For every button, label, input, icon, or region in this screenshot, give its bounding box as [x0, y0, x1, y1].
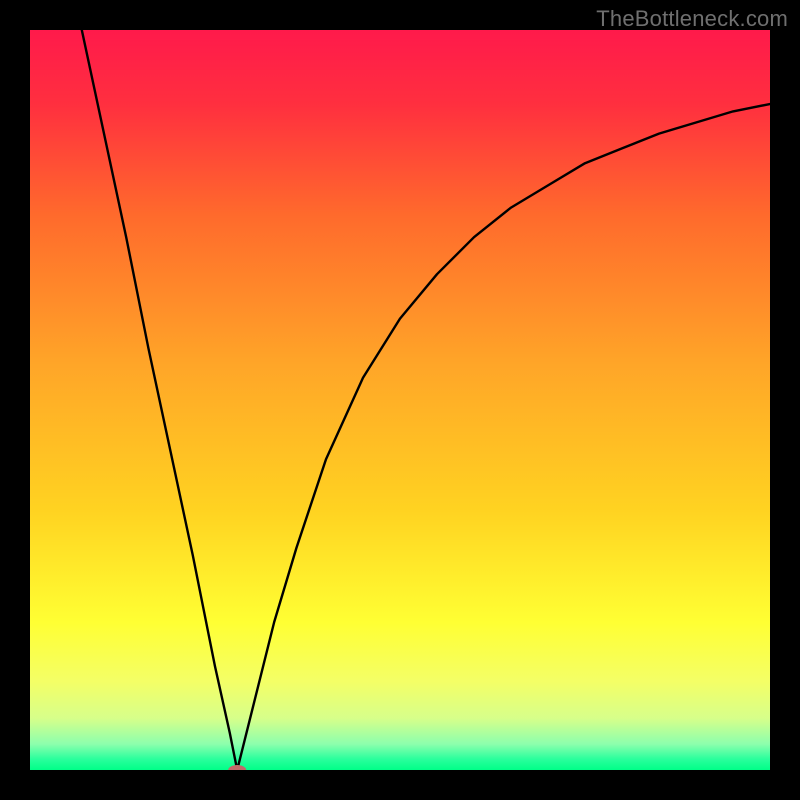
- watermark-text: TheBottleneck.com: [596, 6, 788, 32]
- plot-area: [30, 30, 770, 770]
- gradient-background: [30, 30, 770, 770]
- outer-frame: TheBottleneck.com: [0, 0, 800, 800]
- chart-canvas: [30, 30, 770, 770]
